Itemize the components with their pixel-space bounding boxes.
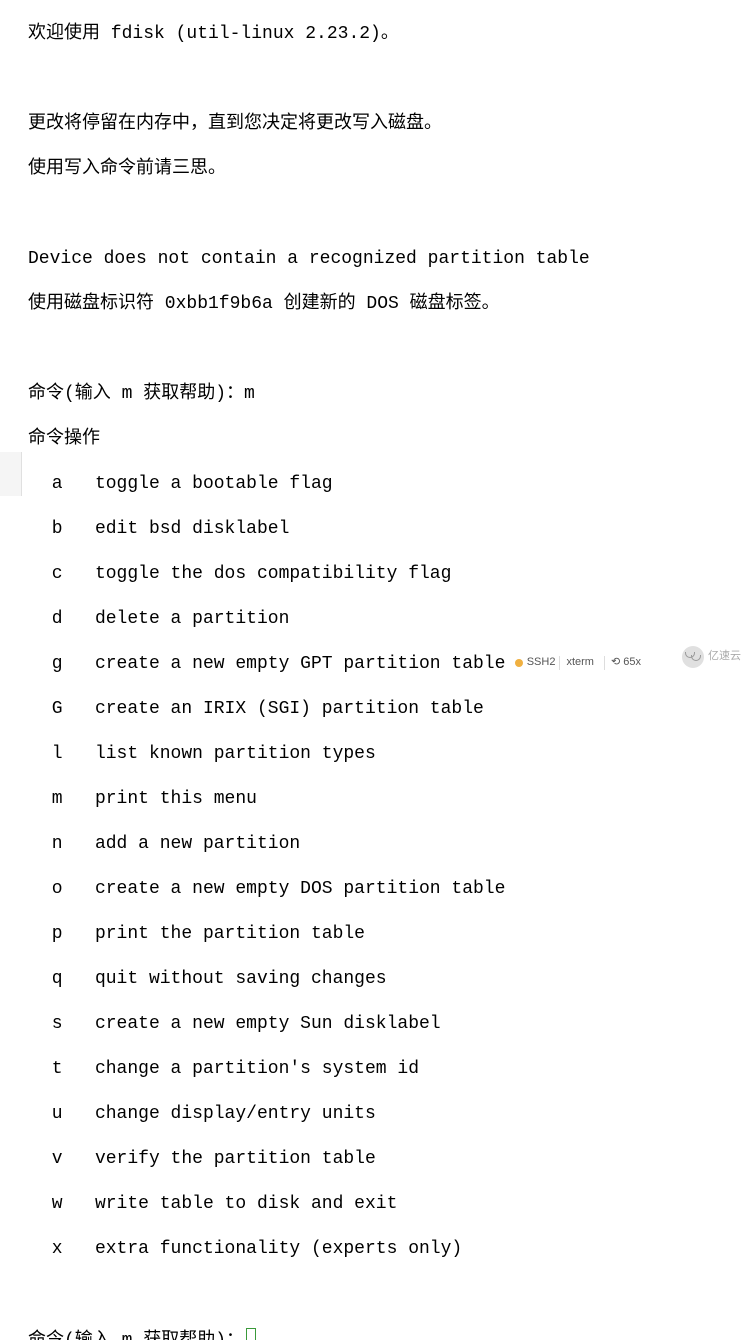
cmd-letter: p <box>52 923 63 946</box>
cmd-desc: print the partition table <box>95 924 365 944</box>
cmd-l: l list known partition types <box>28 743 747 766</box>
status-term: xterm <box>559 656 600 670</box>
cmd-desc: delete a partition <box>95 609 289 629</box>
prompt-line-2: 命令(输入 m 获取帮助)： <box>28 1328 747 1340</box>
cmd-letter: d <box>52 608 63 631</box>
cmd-letter: u <box>52 1103 63 1126</box>
cmd-letter: m <box>52 788 63 811</box>
cmd-desc: quit without saving changes <box>95 969 387 989</box>
cmd-letter: o <box>52 878 63 901</box>
cmd-desc: toggle the dos compatibility flag <box>95 564 451 584</box>
cmd-o: o create a new empty DOS partition table <box>28 878 747 901</box>
cmd-desc: create an IRIX (SGI) partition table <box>95 699 484 719</box>
doslabel-line: 使用磁盘标识符 0xbb1f9b6a 创建新的 DOS 磁盘标签。 <box>28 293 747 316</box>
cmd-letter: x <box>52 1238 63 1261</box>
cmd-letter: g <box>52 653 63 676</box>
cmd-letter: q <box>52 968 63 991</box>
cmd-letter: c <box>52 563 63 586</box>
watermark: 亿速云 <box>682 646 741 668</box>
cmd-letter: n <box>52 833 63 856</box>
cmd-m: m print this menu <box>28 788 747 811</box>
blank-line <box>28 68 747 91</box>
cursor-icon[interactable] <box>246 1328 256 1340</box>
cmd-letter: s <box>52 1013 63 1036</box>
cmd-letter: b <box>52 518 63 541</box>
warn-line-1: 更改将停留在内存中，直到您决定将更改写入磁盘。 <box>28 113 747 136</box>
prompt-text: 命令(输入 m 获取帮助)： <box>28 1330 244 1340</box>
cmd-desc: change a partition's system id <box>95 1059 419 1079</box>
cmd-desc: toggle a bootable flag <box>95 474 333 494</box>
cmd-letter: a <box>52 473 63 496</box>
cmd-desc: list known partition types <box>95 744 376 764</box>
status-indicator-icon <box>515 659 523 667</box>
cmd-x: x extra functionality (experts only) <box>28 1238 747 1261</box>
cmd-desc: create a new empty GPT partition table <box>95 654 505 674</box>
cmd-desc: change display/entry units <box>95 1104 376 1124</box>
cmd-letter: l <box>52 743 63 766</box>
cmd-letter: v <box>52 1148 63 1171</box>
status-cols-text: 65x <box>623 656 641 668</box>
watermark-text: 亿速云 <box>708 650 741 664</box>
cmd-desc: add a new partition <box>95 834 300 854</box>
cmd-c: c toggle the dos compatibility flag <box>28 563 747 586</box>
cmd-desc: create a new empty Sun disklabel <box>95 1014 441 1034</box>
status-proto: SSH2 <box>527 656 556 670</box>
blank-line <box>28 1283 747 1306</box>
welcome-line: 欢迎使用 fdisk (util-linux 2.23.2)。 <box>28 23 747 46</box>
cmd-t: t change a partition's system id <box>28 1058 747 1081</box>
cmd-w: w write table to disk and exit <box>28 1193 747 1216</box>
cloud-icon <box>682 646 704 668</box>
cmd-desc: edit bsd disklabel <box>95 519 289 539</box>
cmd-letter: G <box>52 698 63 721</box>
cmd-b: b edit bsd disklabel <box>28 518 747 541</box>
status-cols: ⟲ 65x <box>604 656 647 670</box>
cmd-desc: extra functionality (experts only) <box>95 1239 462 1259</box>
terminal-output[interactable]: 欢迎使用 fdisk (util-linux 2.23.2)。 更改将停留在内存… <box>0 0 747 1340</box>
device-line: Device does not contain a recognized par… <box>28 248 747 271</box>
cmd-q: q quit without saving changes <box>28 968 747 991</box>
cmd-G: Gcreate an IRIX (SGI) partition table <box>28 698 747 721</box>
blank-line <box>28 338 747 361</box>
cmd-v: v verify the partition table <box>28 1148 747 1171</box>
blank-line <box>28 203 747 226</box>
cmd-p: p print the partition table <box>28 923 747 946</box>
cmd-desc: print this menu <box>95 789 257 809</box>
cmd-letter: t <box>52 1058 63 1081</box>
cmd-desc: write table to disk and exit <box>95 1194 397 1214</box>
cmd-letter: w <box>52 1193 63 1216</box>
actions-header: 命令操作 <box>28 428 747 451</box>
sidebar-stub <box>0 452 22 496</box>
cmd-n: n add a new partition <box>28 833 747 856</box>
cmd-d: d delete a partition <box>28 608 747 631</box>
warn-line-2: 使用写入命令前请三思。 <box>28 158 747 181</box>
cmd-u: u change display/entry units <box>28 1103 747 1126</box>
cmd-desc: create a new empty DOS partition table <box>95 879 505 899</box>
prompt-line-1: 命令(输入 m 获取帮助)：m <box>28 383 747 406</box>
cmd-desc: verify the partition table <box>95 1149 376 1169</box>
cmd-a: a toggle a bootable flag <box>28 473 747 496</box>
cmd-s: s create a new empty Sun disklabel <box>28 1013 747 1036</box>
